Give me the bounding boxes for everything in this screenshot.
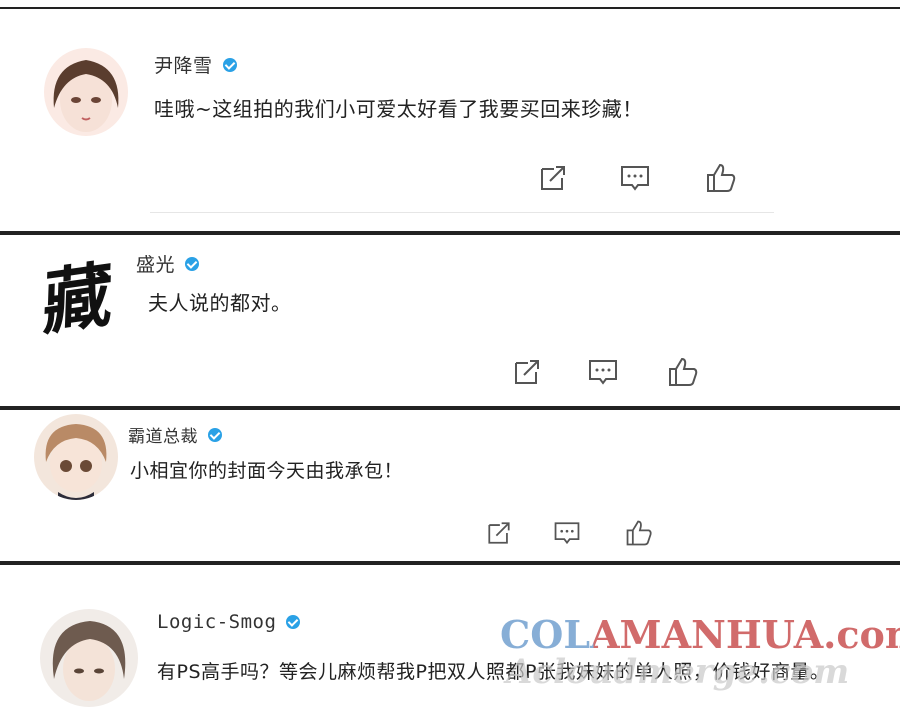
thumbs-up-icon[interactable] — [624, 518, 654, 548]
comment-card: 霸道总裁 小相宜你的封面今天由我承包！ — [0, 408, 900, 563]
avatar[interactable]: 藏 — [30, 245, 126, 341]
comment-icon[interactable] — [552, 518, 582, 548]
verified-badge-icon — [208, 427, 222, 442]
comment-text: 哇哦~这组拍的我们小可爱太好看了我要买回来珍藏！ — [154, 97, 643, 121]
avatar[interactable] — [44, 48, 128, 136]
comment-card: 藏 盛光 夫人说的都对。 — [0, 233, 900, 408]
username[interactable]: Logic-Smog — [157, 611, 276, 633]
share-icon[interactable] — [536, 161, 570, 195]
thumbs-up-icon[interactable] — [704, 161, 738, 195]
username[interactable]: 尹降雪 — [154, 51, 213, 78]
share-icon[interactable] — [510, 355, 544, 389]
username[interactable]: 盛光 — [136, 250, 175, 277]
verified-badge-icon — [185, 256, 200, 271]
divider — [150, 212, 774, 213]
comment-text: 有PS高手吗？等会儿麻烦帮我P把双人照都P张我妹妹的单人照，价钱好商量。 — [157, 661, 830, 683]
avatar[interactable] — [34, 414, 118, 500]
thumbs-up-icon[interactable] — [666, 355, 700, 389]
comment-icon[interactable] — [586, 355, 620, 389]
comment-icon[interactable] — [618, 161, 652, 195]
verified-badge-icon — [286, 615, 301, 629]
username[interactable]: 霸道总裁 — [128, 422, 198, 447]
share-icon[interactable] — [484, 518, 514, 548]
comment-card: Logic-Smog 有PS高手吗？等会儿麻烦帮我P把双人照都P张我妹妹的单人照… — [0, 563, 900, 707]
comment-card: 尹降雪 哇哦~这组拍的我们小可爱太好看了我要买回来珍藏！ — [0, 7, 900, 233]
avatar[interactable] — [40, 609, 138, 707]
avatar-calligraphy: 藏 — [41, 251, 114, 341]
verified-badge-icon — [222, 57, 237, 72]
comment-text: 夫人说的都对。 — [148, 291, 292, 315]
comment-text: 小相宜你的封面今天由我承包！ — [130, 460, 404, 482]
